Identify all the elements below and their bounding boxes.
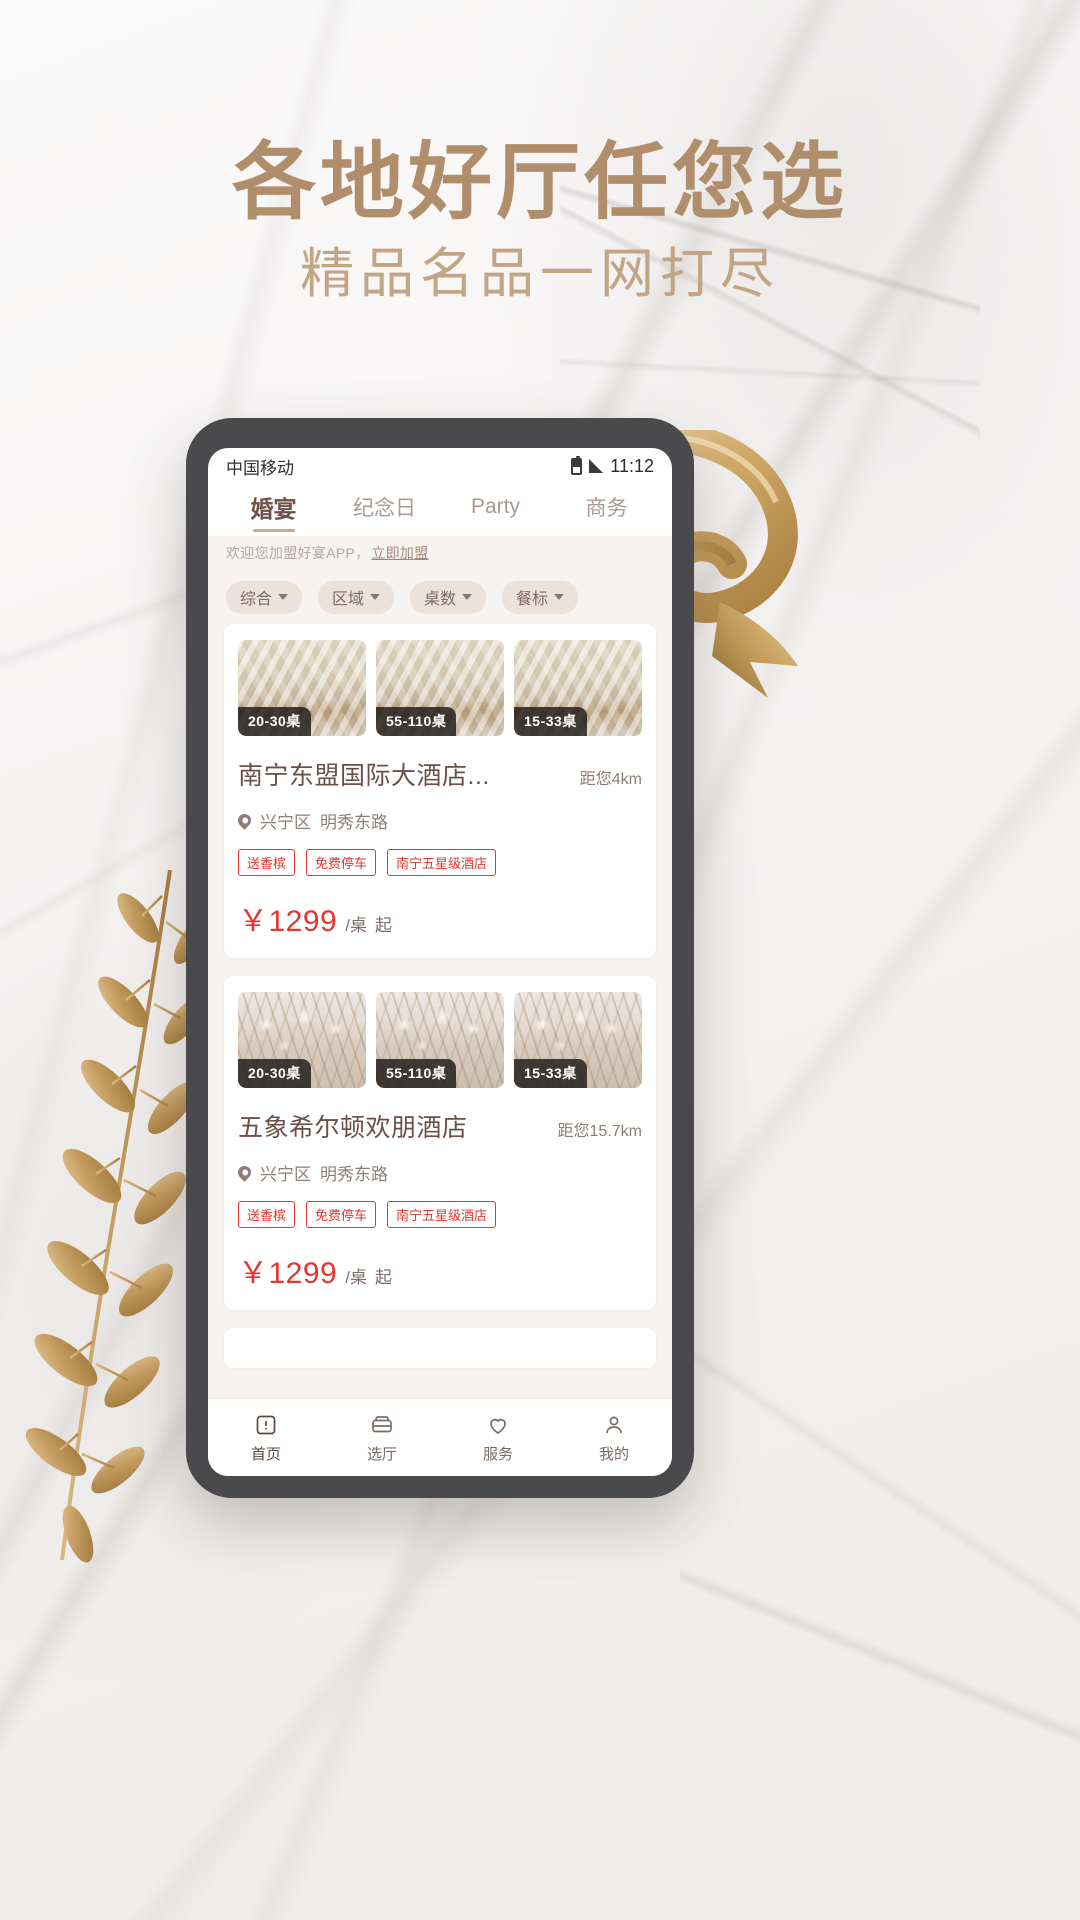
hotel-thumbnails: 20-30桌 55-110桌 15-33桌: [238, 640, 642, 736]
hotel-distance: 距您15.7km: [557, 1123, 642, 1140]
nav-label: 我的: [598, 1445, 629, 1463]
status-bar: 中国移动 11:12: [208, 448, 672, 484]
battery-icon: [571, 455, 583, 475]
hotel-tags: 送香槟 免费停车 南宁五星级酒店: [238, 1201, 642, 1228]
filter-tables[interactable]: 桌数: [410, 580, 487, 614]
nav-halls[interactable]: 选厅: [324, 1412, 440, 1464]
bottom-navigation: 首页 选厅 服务 我的: [208, 1398, 672, 1476]
chevron-down-icon: [462, 594, 473, 600]
hotel-price-unit: /桌: [345, 916, 367, 935]
hotel-price-from: 起: [374, 1268, 392, 1287]
hotel-price: ￥1299: [238, 905, 338, 938]
hotel-tag: 南宁五星级酒店: [387, 849, 497, 876]
nav-home[interactable]: 首页: [208, 1412, 324, 1464]
hotel-tag: 南宁五星级酒店: [387, 1201, 497, 1228]
hotel-tag: 送香槟: [238, 1201, 296, 1228]
nav-service[interactable]: 服务: [440, 1412, 556, 1464]
filter-label: 餐标: [516, 591, 549, 608]
hotel-list[interactable]: 20-30桌 55-110桌 15-33桌 南宁东盟国际大酒店... 距您4km…: [208, 624, 672, 1398]
chevron-down-icon: [278, 594, 289, 600]
hotel-street: 明秀东路: [320, 813, 388, 832]
hotel-price-from: 起: [374, 916, 392, 935]
category-tabs: 婚宴 纪念日 Party 商务: [208, 484, 672, 536]
nav-label: 选厅: [366, 1445, 397, 1463]
hotel-card-partial[interactable]: [224, 1328, 656, 1368]
hotel-address: 兴宁区 明秀东路: [235, 808, 642, 833]
hotel-thumbnail[interactable]: 55-110桌: [376, 992, 504, 1088]
join-now-link[interactable]: 立即加盟: [371, 543, 428, 563]
hotel-thumbnail[interactable]: 15-33桌: [514, 992, 642, 1088]
phone-mockup: 中国移动 11:12 婚宴 纪念日 Party 商务 欢迎您加盟好宴APP， 立…: [186, 418, 694, 1498]
poster-headline: 各地好厅任您选: [231, 135, 848, 229]
carrier-label: 中国移动: [226, 458, 294, 478]
tab-party[interactable]: Party: [440, 495, 551, 525]
hotel-thumbnail[interactable]: 15-33桌: [514, 640, 642, 736]
hotel-tag: 免费停车: [306, 849, 377, 876]
nav-label: 服务: [482, 1445, 513, 1463]
table-capacity-badge: 55-110桌: [376, 707, 457, 736]
location-pin-icon: [235, 811, 254, 830]
hotel-name: 南宁东盟国际大酒店...: [238, 762, 490, 790]
hotel-price-unit: /桌: [345, 1268, 367, 1287]
chevron-down-icon: [554, 594, 565, 600]
hotel-thumbnails: 20-30桌 55-110桌 15-33桌: [238, 992, 642, 1088]
filter-label: 区域: [332, 591, 365, 608]
hotel-price: ￥1299: [238, 1257, 338, 1290]
hotel-name: 五象希尔顿欢朋酒店: [238, 1114, 468, 1142]
hotel-thumbnail[interactable]: 55-110桌: [376, 640, 504, 736]
hotel-name-row: 南宁东盟国际大酒店... 距您4km: [238, 756, 642, 792]
table-capacity-badge: 15-33桌: [514, 1059, 587, 1088]
hotel-address: 兴宁区 明秀东路: [235, 1160, 642, 1185]
filter-area[interactable]: 区域: [318, 580, 395, 614]
filter-bar: 综合 区域 桌数 餐标: [208, 570, 672, 624]
tab-wedding[interactable]: 婚宴: [218, 490, 329, 530]
hall-icon: [324, 1412, 440, 1438]
clock-label: 11:12: [610, 455, 654, 476]
hotel-card[interactable]: 20-30桌 55-110桌 15-33桌 南宁东盟国际大酒店... 距您4km…: [224, 624, 656, 958]
hotel-street: 明秀东路: [320, 1165, 388, 1184]
hotel-distance: 距您4km: [579, 771, 642, 788]
tab-anniversary[interactable]: 纪念日: [329, 492, 440, 528]
hotel-tag: 送香槟: [238, 849, 296, 876]
hotel-name-row: 五象希尔顿欢朋酒店 距您15.7km: [238, 1108, 642, 1144]
hotel-card[interactable]: 20-30桌 55-110桌 15-33桌 五象希尔顿欢朋酒店 距您15.7km…: [224, 976, 656, 1310]
chevron-down-icon: [370, 594, 381, 600]
signal-icon: [589, 459, 604, 473]
home-icon: [208, 1412, 324, 1438]
table-capacity-badge: 20-30桌: [238, 1059, 311, 1088]
location-pin-icon: [235, 1163, 254, 1182]
filter-comprehensive[interactable]: 综合: [226, 580, 303, 614]
hotel-tags: 送香槟 免费停车 南宁五星级酒店: [238, 849, 642, 876]
nav-label: 首页: [250, 1445, 281, 1463]
hotel-tag: 免费停车: [306, 1201, 377, 1228]
filter-label: 综合: [240, 591, 273, 608]
filter-menu-standard[interactable]: 餐标: [502, 580, 579, 614]
promo-banner: 欢迎您加盟好宴APP， 立即加盟: [208, 536, 672, 570]
person-icon: [556, 1412, 672, 1438]
hotel-district: 兴宁区: [260, 813, 311, 832]
nav-profile[interactable]: 我的: [556, 1412, 672, 1464]
filter-label: 桌数: [424, 591, 457, 608]
hotel-price-row: ￥1299 /桌 起: [238, 896, 642, 940]
phone-screen: 中国移动 11:12 婚宴 纪念日 Party 商务 欢迎您加盟好宴APP， 立…: [208, 448, 672, 1476]
table-capacity-badge: 20-30桌: [238, 707, 311, 736]
poster-subheadline: 精品名品一网打尽: [300, 244, 780, 304]
hotel-thumbnail[interactable]: 20-30桌: [238, 992, 366, 1088]
heart-icon: [440, 1412, 556, 1438]
hotel-thumbnail[interactable]: 20-30桌: [238, 640, 366, 736]
promo-text: 欢迎您加盟好宴APP，: [226, 545, 370, 561]
hotel-price-row: ￥1299 /桌 起: [238, 1248, 642, 1292]
table-capacity-badge: 15-33桌: [514, 707, 587, 736]
hotel-district: 兴宁区: [260, 1165, 311, 1184]
table-capacity-badge: 55-110桌: [376, 1059, 457, 1088]
tab-business[interactable]: 商务: [551, 492, 662, 528]
